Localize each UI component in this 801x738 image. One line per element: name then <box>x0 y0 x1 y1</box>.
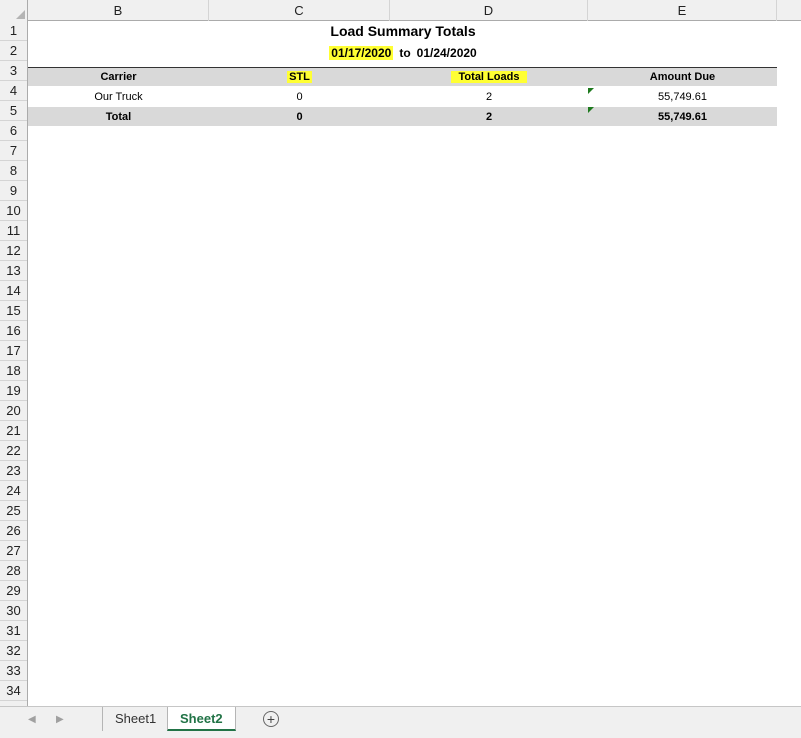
row-header-30[interactable]: 30 <box>0 601 27 621</box>
sheet-tab-sheet2[interactable]: Sheet2 <box>167 707 236 731</box>
row-header-bar: 1 2 3 4 5 6 7 8 9 10 11 12 13 14 15 16 17 18 19 20 21 22 23 24 2… <box>0 21 28 706</box>
error-indicator-icon[interactable] <box>588 88 594 94</box>
row-header-11[interactable]: 11 <box>0 221 27 241</box>
spreadsheet-grid[interactable]: Load Summary Totals 01/17/2020 to 01/24/20… <box>28 21 801 706</box>
row-header-28[interactable]: 28 <box>0 561 27 581</box>
row-header-21[interactable]: 21 <box>0 421 27 441</box>
row-header-25[interactable]: 25 <box>0 501 27 521</box>
column-header-bar: B C D E <box>0 0 801 21</box>
date-to: 01/24/2020 <box>416 46 477 60</box>
row-header-4[interactable]: 4 <box>0 81 27 101</box>
row-header-8[interactable]: 8 <box>0 161 27 181</box>
date-range[interactable]: 01/17/2020 to 01/24/2020 <box>28 43 778 63</box>
row-header-1[interactable]: 1 <box>0 21 27 41</box>
report-title[interactable]: Load Summary Totals <box>28 21 778 41</box>
header-total-loads-label: Total Loads <box>450 71 528 83</box>
column-header-c[interactable]: C <box>209 0 390 21</box>
row-header-26[interactable]: 26 <box>0 521 27 541</box>
row-header-6[interactable]: 6 <box>0 121 27 141</box>
row-header-3[interactable]: 3 <box>0 61 27 81</box>
header-total-loads[interactable]: Total Loads <box>390 67 588 87</box>
header-amount-due-label: Amount Due <box>649 71 716 83</box>
row-header-19[interactable]: 19 <box>0 381 27 401</box>
column-header-b[interactable]: B <box>28 0 209 21</box>
row-header-27[interactable]: 27 <box>0 541 27 561</box>
row-header-10[interactable]: 10 <box>0 201 27 221</box>
row-header-18[interactable]: 18 <box>0 361 27 381</box>
row-header-16[interactable]: 16 <box>0 321 27 341</box>
row-header-13[interactable]: 13 <box>0 261 27 281</box>
row-header-29[interactable]: 29 <box>0 581 27 601</box>
total-amount-due[interactable]: 55,749.61 <box>588 107 777 127</box>
total-stl[interactable]: 0 <box>209 107 390 127</box>
scroll-right-icon[interactable]: ▶ <box>56 714 64 725</box>
row-header-12[interactable]: 12 <box>0 241 27 261</box>
row-header-15[interactable]: 15 <box>0 301 27 321</box>
row-header-14[interactable]: 14 <box>0 281 27 301</box>
row-header-22[interactable]: 22 <box>0 441 27 461</box>
row-header-20[interactable]: 20 <box>0 401 27 421</box>
error-indicator-icon[interactable] <box>588 107 594 113</box>
cell-total-loads[interactable]: 2 <box>390 87 588 107</box>
header-stl[interactable]: STL <box>209 67 390 87</box>
cell-amount-due[interactable]: 55,749.61 <box>588 87 777 107</box>
scroll-left-icon[interactable]: ◀ <box>28 714 36 725</box>
header-carrier[interactable]: Carrier <box>28 67 209 87</box>
row-header-9[interactable]: 9 <box>0 181 27 201</box>
header-stl-label: STL <box>287 71 312 83</box>
row-header-23[interactable]: 23 <box>0 461 27 481</box>
row-header-33[interactable]: 33 <box>0 661 27 681</box>
row-header-17[interactable]: 17 <box>0 341 27 361</box>
column-header-d[interactable]: D <box>390 0 588 21</box>
row-header-2[interactable]: 2 <box>0 41 27 61</box>
select-all-icon <box>16 10 25 19</box>
date-from: 01/17/2020 <box>329 46 394 60</box>
select-all-corner[interactable] <box>0 0 28 21</box>
total-label[interactable]: Total <box>28 107 209 127</box>
date-separator: to <box>399 46 411 60</box>
row-header-32[interactable]: 32 <box>0 641 27 661</box>
total-loads[interactable]: 2 <box>390 107 588 127</box>
sheet-tab-bar: ◀ ▶ Sheet1 Sheet2 + <box>0 706 801 738</box>
header-amount-due[interactable]: Amount Due <box>588 67 777 87</box>
add-sheet-icon[interactable]: + <box>263 711 279 727</box>
cell-stl[interactable]: 0 <box>209 87 390 107</box>
row-header-7[interactable]: 7 <box>0 141 27 161</box>
row-header-34[interactable]: 34 <box>0 681 27 701</box>
column-header-e[interactable]: E <box>588 0 777 21</box>
sheet-tab-sheet1[interactable]: Sheet1 <box>102 707 168 731</box>
row-header-24[interactable]: 24 <box>0 481 27 501</box>
row-header-31[interactable]: 31 <box>0 621 27 641</box>
header-carrier-label: Carrier <box>100 71 137 83</box>
cell-carrier[interactable]: Our Truck <box>28 87 209 107</box>
row-header-5[interactable]: 5 <box>0 101 27 121</box>
